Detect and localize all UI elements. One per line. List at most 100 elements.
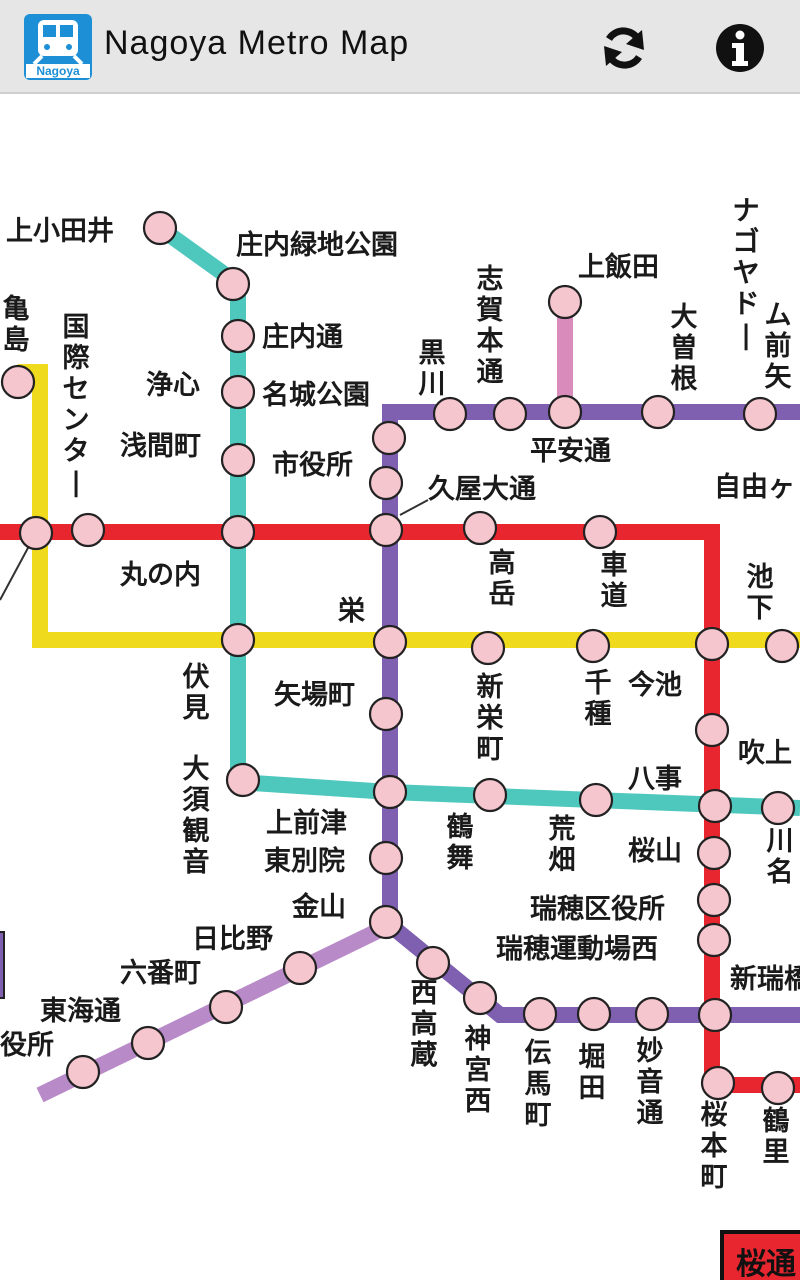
label-myoon-dori: 妙音通 [637, 1036, 664, 1129]
station-meijo-koen[interactable] [220, 374, 256, 410]
label-rokubancho: 六番町 [120, 958, 201, 989]
station-kokusai-center-higashiyama[interactable] [18, 515, 54, 551]
station-heian-dori[interactable] [547, 394, 583, 430]
station-nishi-takakura[interactable] [415, 945, 451, 981]
station-ikeshita[interactable] [764, 628, 800, 664]
station-shiga-hondori[interactable] [492, 396, 528, 432]
label-kameshima: 亀島 [3, 294, 30, 356]
label-kamiiida: 上飯田 [578, 251, 659, 283]
label-higashi-betsuin: 東別院 [264, 845, 345, 877]
label-horita: 堀田 [579, 1042, 606, 1104]
label-yabacho: 矢場町 [274, 679, 355, 711]
label-shinsakae: 新栄町 [476, 671, 505, 765]
app-bar: Nagoya Nagoya Metro Map [0, 0, 800, 94]
info-button[interactable] [714, 22, 766, 74]
station-ozone[interactable] [640, 394, 676, 430]
station-imaike[interactable] [694, 626, 730, 662]
station-shonai-ryokuchi[interactable] [215, 266, 251, 302]
station-sakuramotomachi[interactable] [700, 1065, 736, 1101]
sign-text: 桜通 [736, 1247, 796, 1280]
label-shin-mizuho: 新瑞橋 [730, 963, 800, 995]
station-minato-kuyakusho[interactable] [65, 1054, 101, 1090]
label-tokai-dori: 東海通 [40, 996, 121, 1027]
label-sakuramotomachi: 桜本町 [701, 1100, 728, 1193]
station-shin-mizuho[interactable] [697, 997, 733, 1033]
station-shinsakae[interactable] [470, 630, 506, 666]
label-imaike: 今池 [628, 669, 682, 701]
station-higashi-betsuin[interactable] [368, 840, 404, 876]
station-horita[interactable] [576, 996, 612, 1032]
label-fukiage: 吹上 [738, 738, 792, 769]
hisaya-pointer [399, 499, 429, 516]
station-rokubancho[interactable] [208, 989, 244, 1025]
refresh-button[interactable] [598, 22, 650, 74]
label-jiyugaoka: 自由ヶ [714, 471, 795, 503]
station-kamiotai[interactable] [142, 210, 178, 246]
label-kamimaezu: 上前津 [266, 807, 347, 839]
station-sakae[interactable] [372, 624, 408, 660]
station-chikusa[interactable] [575, 628, 611, 664]
label-tsurusato: 鶴里 [763, 1105, 790, 1168]
label-hibino: 日比野 [192, 924, 273, 955]
label-sakurayama: 桜山 [628, 836, 682, 867]
label-heian-dori: 平安通 [530, 436, 611, 467]
station-tsurusato[interactable] [760, 1070, 796, 1106]
label-sengencho: 浅間町 [120, 431, 201, 462]
label-meijo-koen: 名城公園 [262, 379, 370, 411]
station-kamimaezu[interactable] [372, 774, 408, 810]
station-tokai-dori[interactable] [130, 1025, 166, 1061]
label-shonai-dori: 庄内通 [262, 321, 343, 353]
label-hisaya-odori: 久屋大通 [428, 474, 536, 505]
label-sakae: 栄 [337, 596, 366, 627]
station-sakurayama[interactable] [696, 835, 732, 871]
label-jingu-nishi: 神宮西 [465, 1024, 492, 1117]
label-chikusa: 千種 [585, 668, 612, 730]
label-kurokawa: 黒川 [419, 338, 446, 400]
station-kurokawa[interactable] [432, 396, 468, 432]
station-gokiso[interactable] [697, 788, 733, 824]
info-icon [716, 24, 764, 72]
label-nagoya-dome-part2: ム前矢 [765, 300, 793, 393]
label-shiga-hondori: 志賀本通 [477, 264, 504, 388]
station-shonai-dori[interactable] [220, 318, 256, 354]
station-kawana[interactable] [760, 790, 796, 826]
label-ikeshita: 池下 [747, 562, 774, 624]
station-jingu-nishi[interactable] [462, 980, 498, 1016]
refresh-icon [604, 27, 644, 69]
station-hibino[interactable] [282, 950, 318, 986]
station-fushimi[interactable] [220, 622, 256, 658]
label-takaoka: 高岳 [489, 547, 516, 610]
metro-map[interactable]: 上小田井 庄内緑地公園 庄内通 浄心 名城公園 浅間町 市役所 久屋大通 平安通… [0, 96, 800, 1280]
label-shonai-ryokuchi: 庄内緑地公園 [236, 229, 398, 261]
station-shiyakusho[interactable] [368, 465, 404, 501]
svg-text:Nagoya: Nagoya [36, 64, 80, 78]
station-shiyakusho-upper[interactable] [371, 420, 407, 456]
station-kanayama[interactable] [368, 904, 404, 940]
station-nagoya-dome-mae-yada[interactable] [742, 396, 778, 432]
station-sengencho[interactable] [220, 442, 256, 478]
label-kawana: 川名 [767, 826, 794, 888]
station-hisaya-odori[interactable] [368, 512, 404, 548]
station-fukiage[interactable] [694, 712, 730, 748]
label-mizuho-undojo-nishi: 瑞穂運動場西 [496, 934, 658, 965]
station-kamiiida[interactable] [547, 284, 583, 320]
label-osu-kannon: 大須観音 [183, 754, 211, 878]
label-marunouchi: 丸の内 [119, 560, 201, 591]
station-osu-kannon[interactable] [225, 762, 261, 798]
station-kameshima[interactable] [0, 364, 36, 400]
station-mizuho-undojo-nishi[interactable] [696, 922, 732, 958]
station-arahata[interactable] [578, 782, 614, 818]
label-fushimi: 伏見 [183, 662, 210, 724]
station-yabacho[interactable] [368, 696, 404, 732]
station-takaoka[interactable] [462, 510, 498, 546]
station-kokusai-center[interactable] [70, 512, 106, 548]
station-marunouchi[interactable] [220, 514, 256, 550]
label-joshin: 浄心 [146, 370, 200, 401]
label-tsurumai: 鶴舞 [447, 811, 474, 874]
nagoya-metro-logo-icon: Nagoya [24, 14, 92, 80]
station-mizuho-kuyakusho[interactable] [696, 882, 732, 918]
station-kurumamichi[interactable] [582, 514, 618, 550]
station-myoon-dori[interactable] [634, 996, 670, 1032]
station-temmacho[interactable] [522, 996, 558, 1032]
station-tsurumai[interactable] [472, 777, 508, 813]
